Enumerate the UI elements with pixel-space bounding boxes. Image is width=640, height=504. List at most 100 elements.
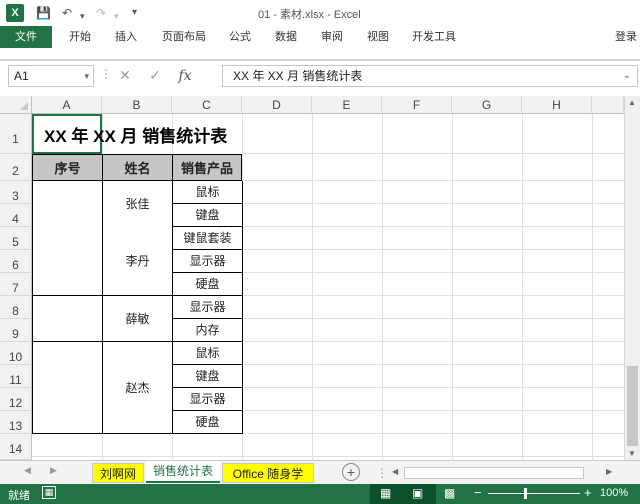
page-layout-view-icon[interactable]: ▣ (412, 486, 423, 500)
product-cell[interactable]: 键鼠套装 (172, 227, 242, 250)
save-icon[interactable]: 💾 (36, 5, 51, 21)
zoom-slider-thumb[interactable] (524, 488, 527, 499)
row-header-5[interactable]: 5 (0, 227, 32, 250)
name-cell-lidan[interactable]: 李丹 (102, 227, 172, 296)
undo-icon[interactable]: ↶ (62, 5, 72, 21)
row-header-12[interactable]: 12 (0, 388, 32, 411)
ribbon-tabs: 文件 开始 插入 页面布局 公式 数据 审阅 视图 开发工具 登录 (0, 26, 640, 48)
product-cell[interactable]: 硬盘 (172, 411, 242, 434)
tab-developer[interactable]: 开发工具 (406, 26, 462, 48)
zoom-out-icon[interactable]: − (474, 485, 482, 500)
table-right-border (242, 181, 243, 434)
name-box-value: A1 (14, 69, 29, 83)
tab-formulas[interactable]: 公式 (222, 26, 258, 48)
product-cell[interactable]: 内存 (172, 319, 242, 342)
row-header-9[interactable]: 9 (0, 319, 32, 342)
tab-review[interactable]: 审阅 (314, 26, 350, 48)
macro-record-icon[interactable]: ▦ (42, 486, 56, 499)
redo-dropdown-icon[interactable]: ▾ (114, 8, 119, 24)
hscroll-left-icon[interactable]: ◀ (392, 467, 398, 476)
row-header-2[interactable]: 2 (0, 154, 32, 181)
row-header-1[interactable]: 1 (0, 114, 32, 154)
row-header-3[interactable]: 3 (0, 181, 32, 204)
column-header-f[interactable]: F (382, 96, 452, 114)
worksheet-grid[interactable]: A B C D E F G H 1 2 3 4 5 6 7 8 9 10 11 … (0, 96, 640, 460)
insert-function-icon[interactable]: fx (170, 66, 200, 86)
product-cell[interactable]: 键盘 (172, 365, 242, 388)
normal-view-icon[interactable]: ▦ (380, 486, 391, 500)
product-cell[interactable]: 鼠标 (172, 342, 242, 365)
row-header-6[interactable]: 6 (0, 250, 32, 273)
column-header-c[interactable]: C (172, 96, 242, 114)
name-box[interactable]: A1 ▾ (8, 65, 94, 87)
sheet-title[interactable]: XX 年 XX 月 销售统计表 (44, 122, 304, 146)
formula-bar: A1 ▾ ⋮ ✕ ✓ fx XX 年 XX 月 销售统计表 ⌄ (0, 60, 640, 90)
header-index[interactable]: 序号 (32, 154, 102, 181)
row-header-10[interactable]: 10 (0, 342, 32, 365)
confirm-icon[interactable]: ✓ (140, 65, 170, 85)
index-cell-group-3[interactable] (32, 342, 102, 434)
add-sheet-icon[interactable]: + (342, 463, 360, 481)
product-cell[interactable]: 显示器 (172, 296, 242, 319)
zoom-in-icon[interactable]: + (584, 485, 592, 500)
column-header-b[interactable]: B (102, 96, 172, 114)
sheet-split-handle-icon[interactable]: ⋮ (376, 466, 388, 480)
index-cell-group-2[interactable] (32, 296, 102, 342)
sheet-tab-3[interactable]: Office 随身学 (222, 463, 314, 483)
column-header-d[interactable]: D (242, 96, 312, 114)
product-cell[interactable]: 鼠标 (172, 181, 242, 204)
zoom-slider-track[interactable] (488, 493, 580, 494)
page-break-view-icon[interactable]: ▩ (444, 486, 455, 500)
product-cell[interactable]: 显示器 (172, 250, 242, 273)
vertical-scrollbar[interactable]: ▲ ▼ (624, 96, 640, 460)
row-header-8[interactable]: 8 (0, 296, 32, 319)
name-cell-zhaojie[interactable]: 赵杰 (102, 342, 172, 434)
sheet-tab-1[interactable]: 刘啊网 (92, 463, 144, 483)
vertical-scroll-thumb[interactable] (627, 366, 638, 446)
column-header-h[interactable]: H (522, 96, 592, 114)
column-header-a[interactable]: A (32, 96, 102, 114)
next-sheet-icon[interactable]: ▶ (50, 465, 57, 476)
collapsed-ribbon (0, 48, 640, 60)
hscroll-right-icon[interactable]: ▶ (606, 467, 612, 476)
sheet-tab-active[interactable]: 销售统计表 (146, 461, 220, 483)
excel-window: X 💾 ↶ ▾ ↷ ▾ ▾ 01 - 素材.xlsx - Excel 文件 开始… (0, 0, 640, 504)
tab-home[interactable]: 开始 (60, 26, 100, 48)
scroll-up-icon[interactable]: ▲ (628, 98, 636, 107)
zoom-level[interactable]: 100% (600, 487, 628, 499)
header-product[interactable]: 销售产品 (172, 154, 242, 181)
select-all-corner[interactable] (0, 96, 32, 114)
column-header-g[interactable]: G (452, 96, 522, 114)
row-header-13[interactable]: 13 (0, 411, 32, 434)
undo-dropdown-icon[interactable]: ▾ (80, 8, 85, 24)
expand-formula-bar-icon[interactable]: ⌄ (623, 66, 631, 86)
product-cell[interactable]: 硬盘 (172, 273, 242, 296)
header-name[interactable]: 姓名 (102, 154, 172, 181)
row-header-11[interactable]: 11 (0, 365, 32, 388)
redo-icon[interactable]: ↷ (96, 5, 106, 21)
cancel-icon[interactable]: ✕ (110, 65, 140, 85)
tab-file[interactable]: 文件 (0, 26, 52, 48)
tab-view[interactable]: 视图 (360, 26, 396, 48)
login-link[interactable]: 登录 (612, 26, 640, 48)
column-header-i[interactable] (592, 96, 624, 114)
row-header-14[interactable]: 14 (0, 434, 32, 460)
customize-toolbar-icon[interactable]: ▾ (132, 5, 137, 21)
column-header-e[interactable]: E (312, 96, 382, 114)
name-cell-xuemin[interactable]: 薛敏 (102, 296, 172, 342)
tab-insert[interactable]: 插入 (106, 26, 146, 48)
horizontal-scroll-thumb[interactable] (404, 467, 584, 479)
product-cell[interactable]: 键盘 (172, 204, 242, 227)
chevron-down-icon[interactable]: ▾ (84, 66, 89, 86)
scroll-down-icon[interactable]: ▼ (628, 449, 636, 458)
formula-input[interactable]: XX 年 XX 月 销售统计表 ⌄ (222, 65, 638, 87)
product-cell[interactable]: 显示器 (172, 388, 242, 411)
tab-data[interactable]: 数据 (268, 26, 304, 48)
prev-sheet-icon[interactable]: ◀ (24, 465, 31, 476)
name-cell-zhangjia[interactable]: 张佳 (102, 181, 172, 227)
index-cell-group-1[interactable] (32, 181, 102, 296)
tab-page-layout[interactable]: 页面布局 (156, 26, 212, 48)
ready-status: 就绪 (8, 490, 30, 502)
row-header-7[interactable]: 7 (0, 273, 32, 296)
row-header-4[interactable]: 4 (0, 204, 32, 227)
